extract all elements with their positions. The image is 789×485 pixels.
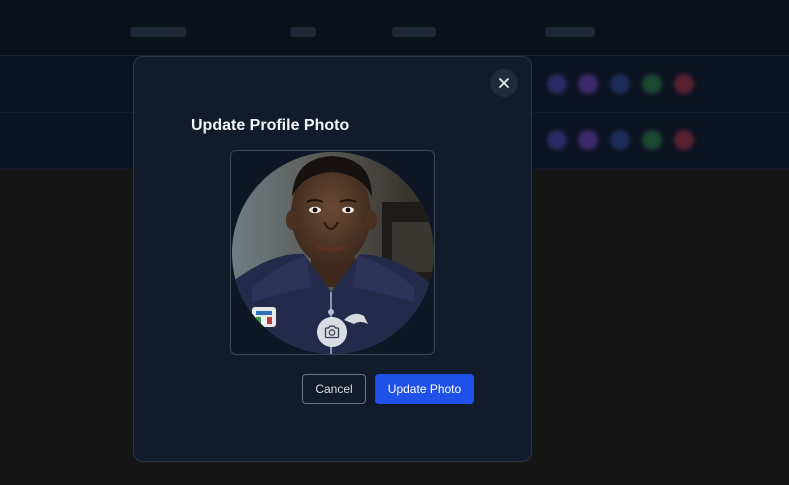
background-table-header <box>0 0 789 56</box>
page: Update Profile Photo Cancel Update Photo <box>0 0 789 485</box>
photo-preview-frame <box>230 150 435 355</box>
update-photo-modal: Update Profile Photo Cancel Update Photo <box>133 56 532 462</box>
modal-title: Update Profile Photo <box>191 117 350 134</box>
cancel-button[interactable]: Cancel <box>302 374 366 404</box>
close-button[interactable] <box>490 69 518 97</box>
camera-icon <box>324 325 340 339</box>
close-icon <box>499 78 509 88</box>
update-photo-button[interactable]: Update Photo <box>375 374 474 404</box>
change-photo-button[interactable] <box>317 317 347 347</box>
